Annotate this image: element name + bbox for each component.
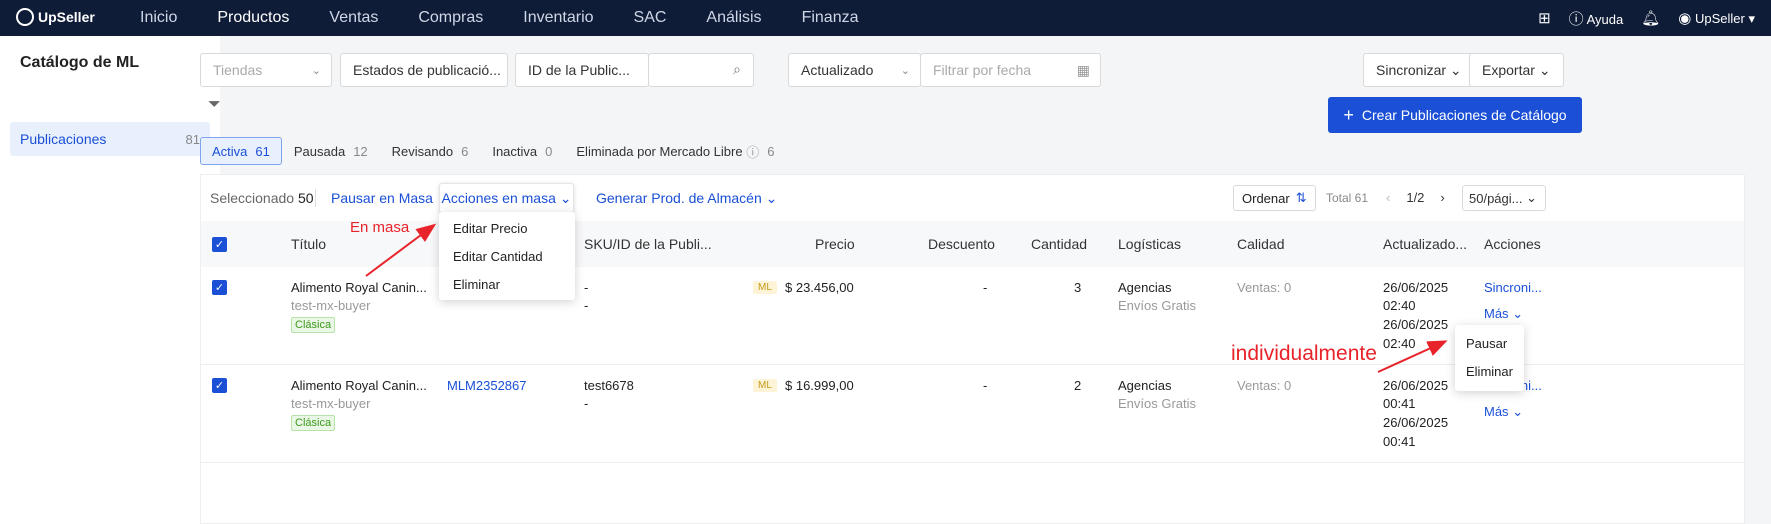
annotation-arrows [365, 223, 1448, 373]
arrow-individualmente [1377, 340, 1448, 373]
arrow-en-masa [365, 223, 437, 277]
